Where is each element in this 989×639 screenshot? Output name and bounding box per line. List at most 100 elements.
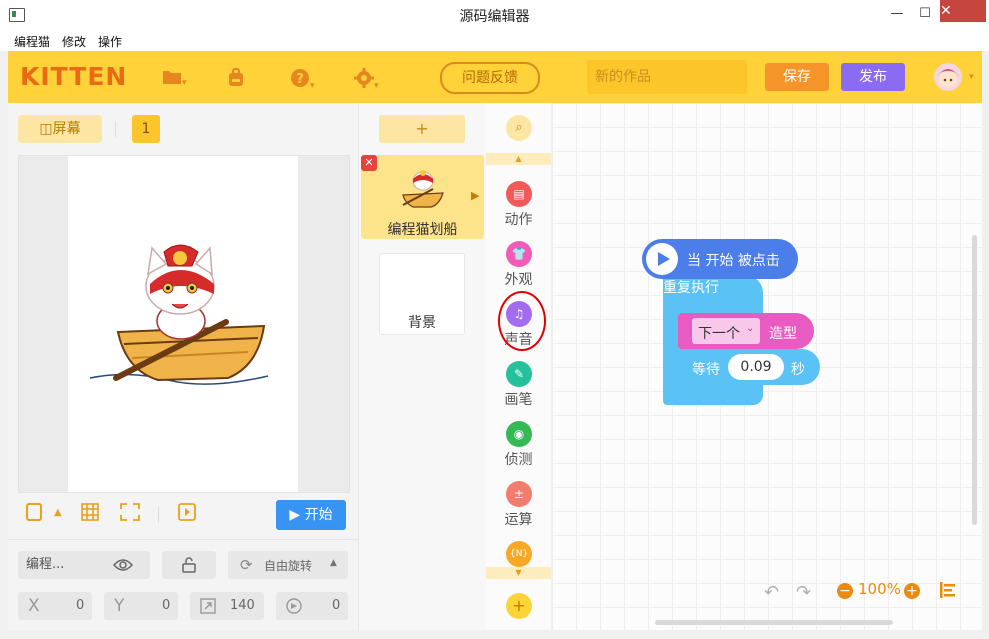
- main-toolbar: KITTEN ▾ ? ▾ ▾ 问题反馈 新的作品 保存 发布 ▾: [8, 51, 982, 103]
- align-icon: [940, 582, 955, 598]
- maximize-button[interactable]: ☐: [910, 4, 940, 24]
- screen-tab[interactable]: ◫屏幕: [18, 115, 102, 143]
- category-appearance[interactable]: 👕 外观: [486, 241, 551, 289]
- start-button[interactable]: ▶ 开始: [276, 500, 346, 530]
- when-start-clicked-block[interactable]: 当 开始 被点击: [642, 239, 798, 279]
- start-flag-icon: [646, 243, 678, 275]
- direction-value: 0: [332, 598, 341, 613]
- settings-menu[interactable]: ▾: [354, 68, 379, 91]
- feedback-button[interactable]: 问题反馈: [440, 62, 540, 94]
- script-workspace[interactable]: 重复执行 当 开始 被点击 下一个 ⌄ 造型 等待 0.09 秒: [552, 103, 982, 630]
- zoom-out-button[interactable]: −: [837, 583, 853, 599]
- menu-kitten[interactable]: 编程猫: [14, 33, 50, 50]
- minimize-button[interactable]: —: [882, 4, 912, 24]
- save-button[interactable]: 保存: [765, 63, 829, 91]
- next-costume-block[interactable]: 下一个 ⌄ 造型: [678, 313, 814, 349]
- wait-block-suffix: 秒: [791, 362, 805, 378]
- direction-field[interactable]: 0: [276, 592, 348, 620]
- category-label: 侦测: [504, 452, 533, 468]
- x-value: 0: [76, 598, 85, 613]
- phone-frame-icon: [26, 503, 42, 521]
- publish-button[interactable]: 发布: [841, 63, 905, 91]
- rotation-mode-select[interactable]: ⟳ 自由旋转 ▲: [228, 551, 348, 579]
- svg-text:?: ?: [296, 72, 304, 87]
- project-name-input[interactable]: 新的作品: [587, 60, 747, 94]
- category-pen[interactable]: ✎ 画笔: [486, 361, 551, 409]
- align-blocks-button[interactable]: [939, 581, 957, 603]
- add-sprite-button[interactable]: +: [379, 115, 465, 143]
- chevron-down-icon: ▾: [374, 81, 379, 91]
- fullscreen-button[interactable]: [120, 503, 140, 525]
- redo-icon[interactable]: ↷: [796, 582, 811, 603]
- stage-panel: ◫屏幕 1 ▲ ▶ 开始 编程... ⟳ 自由旋转 ▲ X 0 Y 0 140 …: [8, 103, 358, 630]
- sprite-thumbnail: [402, 170, 444, 208]
- kitten-boat-sprite-image: [89, 244, 269, 385]
- horizontal-scrollbar[interactable]: [655, 620, 893, 625]
- user-avatar[interactable]: [934, 63, 962, 91]
- category-operator[interactable]: ± 运算: [486, 481, 551, 529]
- x-position-field[interactable]: X 0: [18, 592, 92, 620]
- grid-toggle[interactable]: [81, 503, 99, 525]
- variable-icon: {N}: [506, 541, 532, 567]
- stage-frame: [18, 155, 350, 493]
- screen-number-badge[interactable]: 1: [132, 115, 160, 143]
- visibility-toggle[interactable]: [96, 551, 150, 579]
- block-category-panel: ⌕ ▲ ▤ 动作 👕 外观 ♫ 声音 ✎ 画笔 ◉ 侦测 ± 运算 {N} ▼ …: [486, 103, 551, 630]
- menu-edit[interactable]: 修改: [62, 33, 86, 50]
- category-label: 运算: [504, 512, 533, 528]
- wait-seconds-input[interactable]: 0.09: [728, 354, 784, 380]
- y-value: 0: [162, 598, 171, 613]
- play-mode-button[interactable]: [178, 503, 196, 525]
- grid-icon: [81, 503, 99, 521]
- help-menu[interactable]: ? ▾: [290, 68, 315, 91]
- sprite-panel: + ✕ ▶ 编程猫划船 背景: [358, 103, 487, 630]
- stage-size-toggle[interactable]: [26, 503, 42, 525]
- screen-tab-label: 屏幕: [52, 121, 81, 137]
- wait-block[interactable]: 等待 0.09 秒: [678, 349, 820, 385]
- eye-icon: [113, 559, 133, 571]
- costume-block-suffix: 造型: [769, 326, 797, 342]
- stage-canvas[interactable]: [68, 156, 298, 492]
- play-icon: ▶: [289, 507, 301, 523]
- highlight-annotation-ring: [498, 291, 546, 351]
- rotate-icon: ⟳: [240, 556, 253, 574]
- folder-menu[interactable]: ▾: [162, 68, 187, 88]
- zoom-in-button[interactable]: +: [904, 583, 920, 599]
- direction-icon: [286, 598, 302, 614]
- sprite-name-label: 编程猫划船: [387, 222, 458, 238]
- help-icon: ?: [291, 69, 309, 87]
- y-position-field[interactable]: Y 0: [104, 592, 178, 620]
- undo-icon[interactable]: ↶: [764, 582, 779, 603]
- video-play-icon: [178, 503, 196, 521]
- resize-icon: [200, 598, 216, 614]
- category-sensing[interactable]: ◉ 侦测: [486, 421, 551, 469]
- appearance-icon: 👕: [506, 241, 532, 267]
- size-field[interactable]: 140: [190, 592, 264, 620]
- costume-dropdown[interactable]: 下一个 ⌄: [692, 318, 760, 344]
- zoom-level: 100%: [858, 580, 901, 598]
- sprite-card[interactable]: ✕ ▶ 编程猫划船: [361, 155, 484, 239]
- x-label: X: [28, 596, 40, 616]
- search-icon[interactable]: ⌕: [506, 115, 532, 141]
- chevron-up-icon[interactable]: ▲: [54, 507, 62, 518]
- category-motion[interactable]: ▤ 动作: [486, 181, 551, 229]
- pen-icon: ✎: [506, 361, 532, 387]
- menu-bar: 编程猫 修改 操作: [0, 31, 989, 51]
- unlock-icon: [182, 557, 196, 573]
- vertical-scrollbar[interactable]: [972, 235, 977, 525]
- add-extension-button[interactable]: +: [506, 593, 532, 619]
- menu-operate[interactable]: 操作: [98, 33, 122, 50]
- scroll-up-arrow[interactable]: ▲: [486, 153, 551, 165]
- delete-sprite-icon[interactable]: ✕: [361, 155, 377, 171]
- hat-block-label: 当 开始 被点击: [687, 253, 780, 269]
- close-window-button[interactable]: ✕: [940, 0, 986, 22]
- divider: [8, 539, 358, 540]
- window-title: 源码编辑器: [459, 9, 530, 25]
- category-variable[interactable]: {N}: [486, 541, 551, 567]
- backpack-button[interactable]: [227, 68, 245, 88]
- scroll-down-arrow[interactable]: ▼: [486, 567, 551, 579]
- chevron-right-icon[interactable]: ▶: [471, 189, 479, 202]
- background-card[interactable]: 背景: [379, 253, 465, 335]
- chevron-down-icon[interactable]: ▾: [969, 72, 974, 82]
- lock-toggle[interactable]: [162, 551, 216, 579]
